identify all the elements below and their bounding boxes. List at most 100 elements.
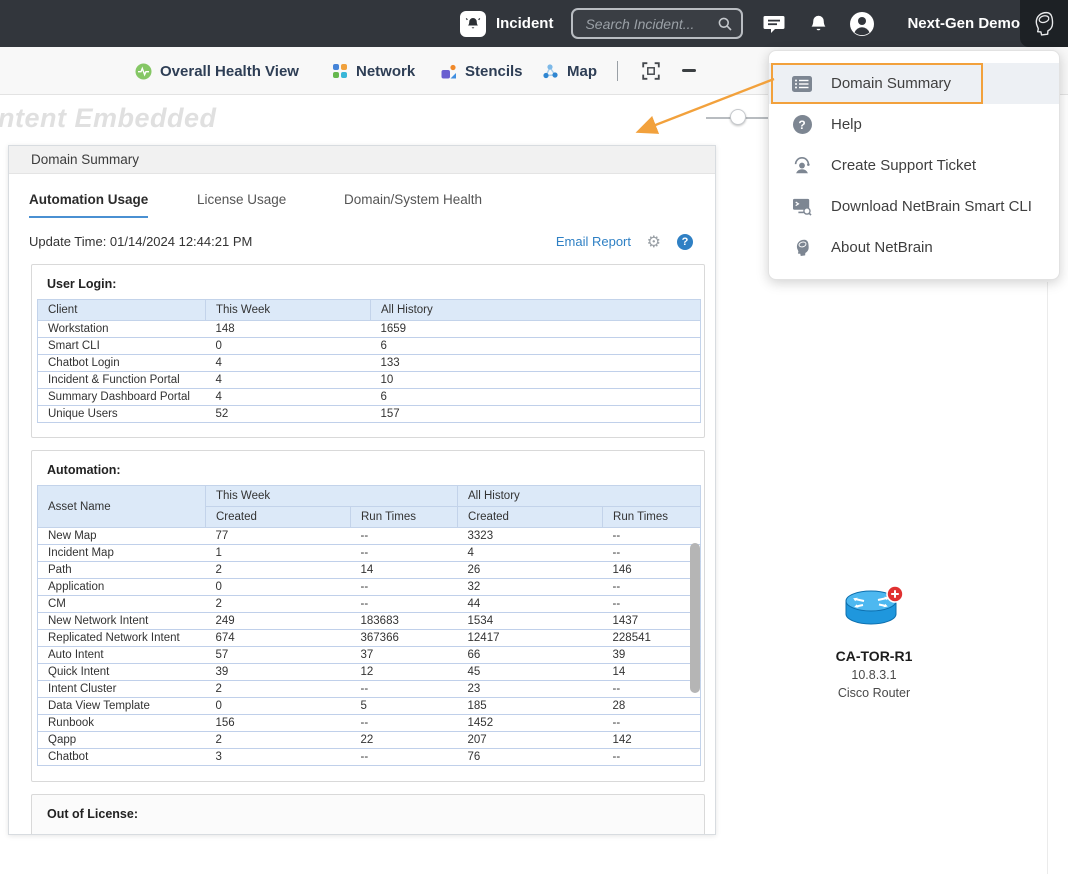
menu-item-about-netbrain[interactable]: About NetBrain <box>769 227 1059 268</box>
user-avatar-icon[interactable] <box>849 11 875 37</box>
map-label: Map <box>567 63 597 80</box>
zoom-out-button[interactable] <box>682 69 696 72</box>
menu-item-label: About NetBrain <box>831 239 933 256</box>
column-header: All History <box>371 300 701 321</box>
chat-icon[interactable] <box>761 11 787 37</box>
table-cell: 2 <box>206 681 351 698</box>
table-cell: -- <box>351 596 458 613</box>
table-cell: -- <box>351 715 458 732</box>
table-cell: 183683 <box>351 613 458 630</box>
menu-item-help[interactable]: ? Help <box>769 104 1059 145</box>
table-cell: Quick Intent <box>38 664 206 681</box>
map-button[interactable]: Map <box>542 47 597 95</box>
zoom-slider-handle[interactable] <box>730 109 746 125</box>
table-cell: 4 <box>206 355 371 372</box>
table-cell: Qapp <box>38 732 206 749</box>
settings-gear-icon[interactable]: ⚙ <box>647 232 661 251</box>
table-cell: 5 <box>351 698 458 715</box>
table-cell: 228541 <box>603 630 701 647</box>
incident-search-box[interactable] <box>571 8 743 39</box>
table-row: Quick Intent39124514 <box>38 664 701 681</box>
stencils-button[interactable]: Stencils <box>440 47 523 95</box>
menu-item-create-support-ticket[interactable]: Create Support Ticket <box>769 145 1059 186</box>
table-cell: 37 <box>351 647 458 664</box>
table-cell: 0 <box>206 698 351 715</box>
column-header: Run Times <box>603 507 701 528</box>
right-pane-divider <box>1047 282 1048 874</box>
table-row: Chatbot Login4133 <box>38 355 701 372</box>
search-input[interactable] <box>585 16 717 32</box>
help-icon[interactable]: ? <box>677 234 693 250</box>
table-cell: -- <box>351 528 458 545</box>
domain-summary-panel: Domain Summary Automation Usage License … <box>8 145 716 835</box>
table-row: Qapp222207142 <box>38 732 701 749</box>
menu-item-download-smart-cli[interactable]: Download NetBrain Smart CLI <box>769 186 1059 227</box>
column-header: Run Times <box>351 507 458 528</box>
table-cell: Application <box>38 579 206 596</box>
table-cell: 12 <box>351 664 458 681</box>
table-cell: 1 <box>206 545 351 562</box>
table-row: Incident Map1--4-- <box>38 545 701 562</box>
menu-item-label: Create Support Ticket <box>831 157 976 174</box>
table-cell: Chatbot Login <box>38 355 206 372</box>
menu-item-domain-summary[interactable]: Domain Summary <box>769 63 1059 104</box>
table-cell: Data View Template <box>38 698 206 715</box>
table-cell: Summary Dashboard Portal <box>38 389 206 406</box>
email-report-link[interactable]: Email Report <box>556 234 631 249</box>
column-group-header: All History <box>458 486 701 507</box>
tab-license-usage[interactable]: License Usage <box>197 192 286 216</box>
table-cell: 57 <box>206 647 351 664</box>
overall-health-view-button[interactable]: Overall Health View <box>135 47 299 95</box>
column-header: Created <box>206 507 351 528</box>
account-name[interactable]: Next-Gen Demo <box>907 15 1020 32</box>
table-row: Auto Intent57376639 <box>38 647 701 664</box>
table-cell: -- <box>351 749 458 766</box>
search-icon[interactable] <box>717 16 733 32</box>
map-watermark: Intent Embedded <box>0 103 217 134</box>
tab-domain-system-health[interactable]: Domain/System Health <box>344 192 482 216</box>
panel-title: Domain Summary <box>31 152 139 167</box>
table-cell: 2 <box>206 596 351 613</box>
table-cell: 4 <box>206 372 371 389</box>
column-header: Created <box>458 507 603 528</box>
automation-table: Asset Name This Week All History Created… <box>37 485 701 766</box>
device-node[interactable]: CA-TOR-R1 10.8.3.1 Cisco Router <box>830 585 918 700</box>
table-cell: Incident & Function Portal <box>38 372 206 389</box>
table-cell: 157 <box>371 406 701 423</box>
table-cell: -- <box>351 681 458 698</box>
table-scrollbar[interactable] <box>690 543 700 693</box>
table-row: Path21426146 <box>38 562 701 579</box>
cisco-router-icon <box>841 585 907 635</box>
table-cell: 76 <box>458 749 603 766</box>
table-cell: 39 <box>206 664 351 681</box>
out-of-license-section: Out of License: <box>31 794 705 835</box>
table-cell: 1437 <box>603 613 701 630</box>
support-agent-icon <box>791 155 813 177</box>
network-button[interactable]: Network <box>332 47 415 95</box>
menu-item-label: Download NetBrain Smart CLI <box>831 198 1032 215</box>
table-cell: Auto Intent <box>38 647 206 664</box>
table-cell: 156 <box>206 715 351 732</box>
table-cell: -- <box>603 749 701 766</box>
table-cell: 2 <box>206 562 351 579</box>
notification-bell-icon[interactable] <box>805 11 831 37</box>
netbrain-assistant-button[interactable] <box>1020 0 1068 47</box>
table-cell: 146 <box>603 562 701 579</box>
table-row: CM2--44-- <box>38 596 701 613</box>
device-type: Cisco Router <box>830 686 918 700</box>
table-row: New Map77--3323-- <box>38 528 701 545</box>
table-header-row: Client This Week All History <box>38 300 701 321</box>
user-login-title: User Login: <box>32 265 704 299</box>
tab-automation-usage[interactable]: Automation Usage <box>29 192 148 218</box>
update-row: Update Time: 01/14/2024 12:44:21 PM Emai… <box>29 234 693 254</box>
brain-icon <box>791 237 813 259</box>
table-cell: -- <box>603 545 701 562</box>
table-cell: 133 <box>371 355 701 372</box>
table-cell: 148 <box>206 321 371 338</box>
toolbar-divider <box>617 61 618 81</box>
smart-cli-download-icon <box>791 196 813 218</box>
table-cell: 44 <box>458 596 603 613</box>
table-row: Intent Cluster2--23-- <box>38 681 701 698</box>
incident-button[interactable]: Incident <box>460 11 554 37</box>
fit-to-screen-icon[interactable] <box>640 60 662 82</box>
